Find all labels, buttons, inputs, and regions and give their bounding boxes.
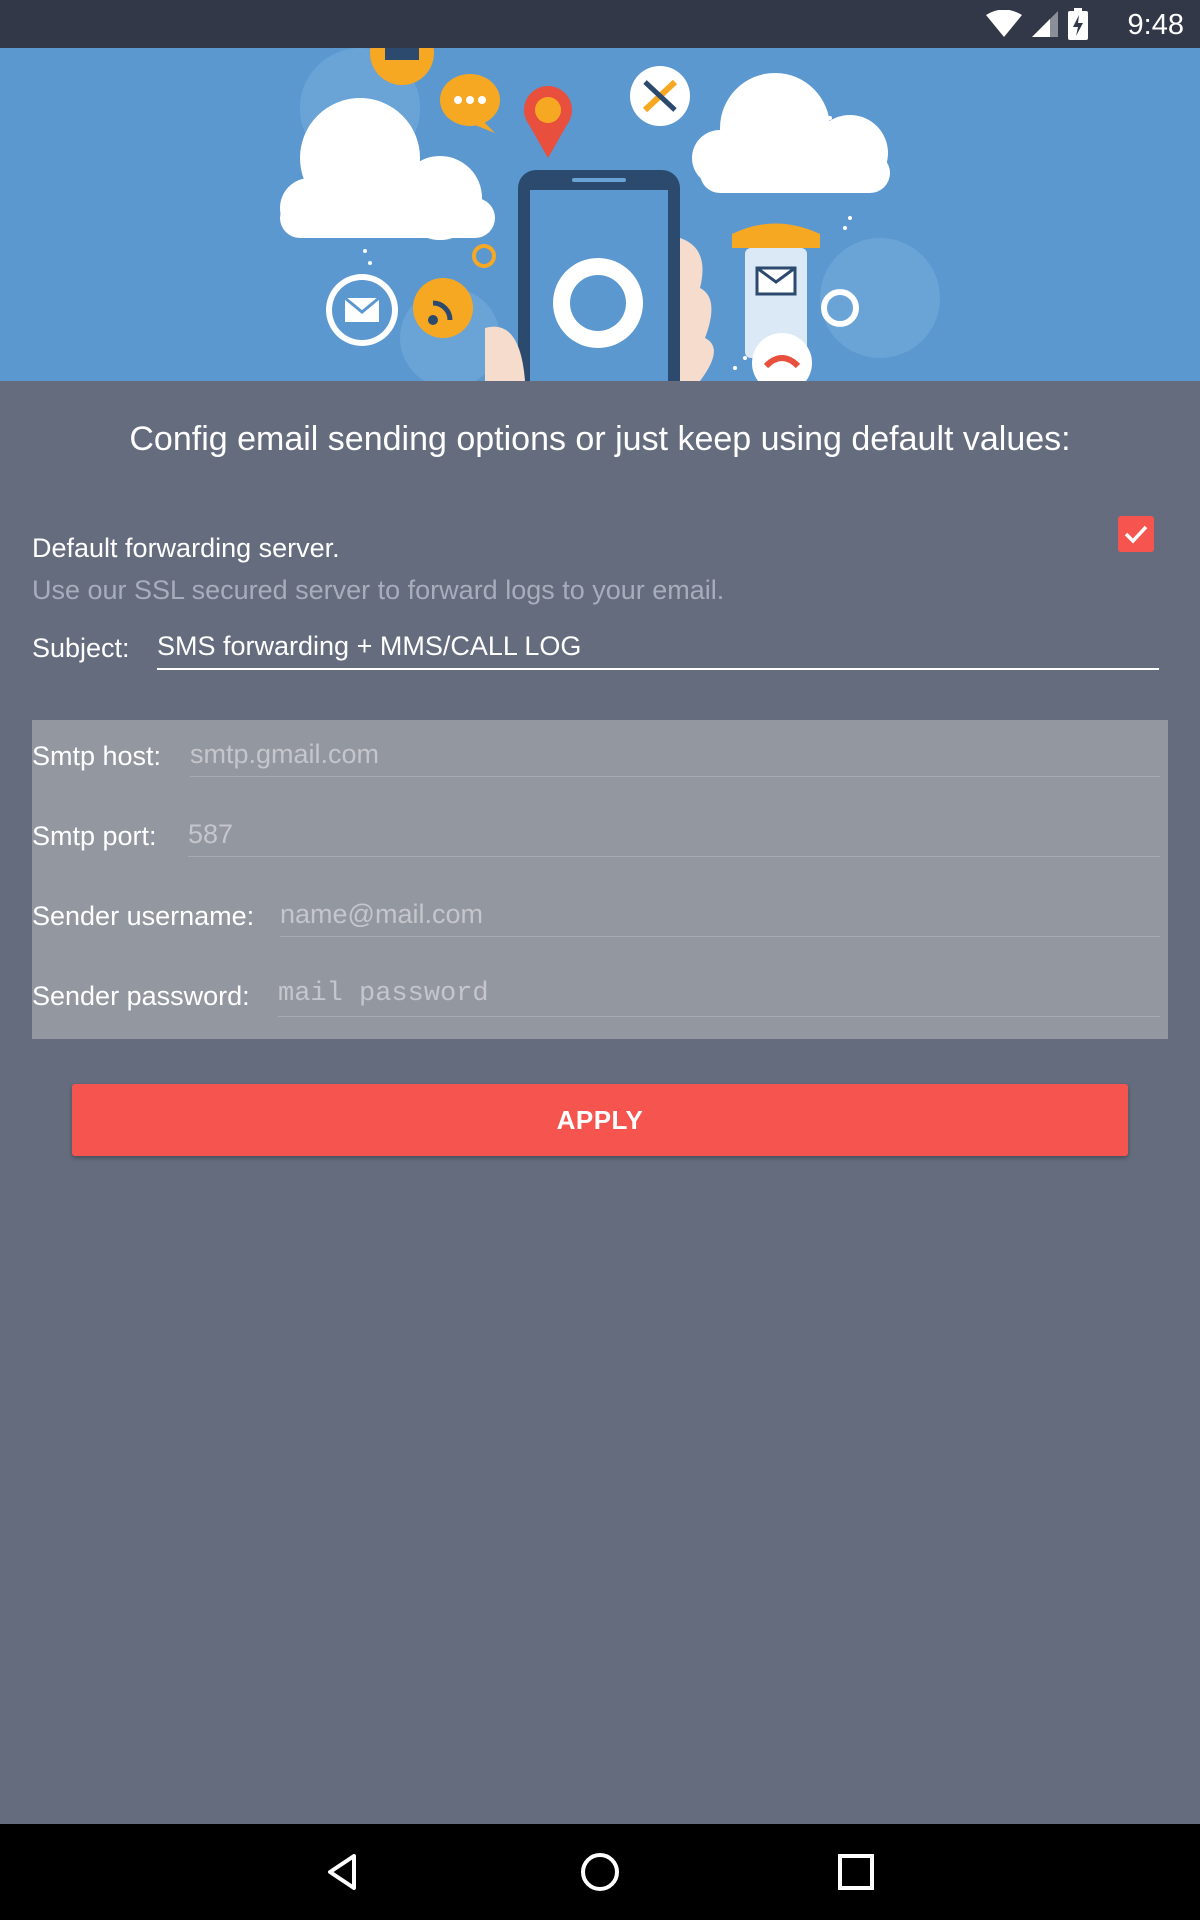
sender-username-row: Sender username: name@mail.com <box>32 880 1168 960</box>
subject-label: Subject: <box>32 633 130 663</box>
sender-username-placeholder: name@mail.com <box>280 899 483 929</box>
subject-input[interactable] <box>157 624 1159 670</box>
location-pin-icon <box>524 86 572 158</box>
sender-password-row: Sender password: mail password <box>32 960 1168 1040</box>
default-server-label: Default forwarding server. <box>32 533 340 563</box>
recents-icon[interactable] <box>832 1848 880 1896</box>
smtp-port-row: Smtp port: 587 <box>32 800 1168 880</box>
smtp-port-placeholder: 587 <box>188 819 234 849</box>
smtp-host-row: Smtp host: smtp.gmail.com <box>32 720 1168 800</box>
sender-password-placeholder: mail password <box>278 979 489 1009</box>
email-icon <box>326 274 398 346</box>
wifi-icon <box>986 10 1022 37</box>
hero-illustration <box>0 48 1200 381</box>
smtp-port-label: Smtp port: <box>32 821 157 851</box>
default-server-description: Use our SSL secured server to forward lo… <box>32 575 725 605</box>
chat-icon <box>440 74 500 133</box>
sender-username-input[interactable]: name@mail.com <box>280 894 1160 937</box>
sender-password-input[interactable]: mail password <box>278 974 1160 1017</box>
default-server-checkbox[interactable] <box>1118 516 1154 552</box>
smtp-host-label: Smtp host: <box>32 741 162 771</box>
checkmark-icon <box>1124 525 1148 544</box>
smtp-settings-panel: Smtp host: smtp.gmail.com Smtp port: 587… <box>32 720 1168 1039</box>
home-icon[interactable] <box>576 1848 624 1896</box>
battery-charging-icon <box>1068 8 1088 40</box>
status-time: 9:48 <box>1127 9 1184 41</box>
smtp-host-placeholder: smtp.gmail.com <box>190 739 380 769</box>
back-icon[interactable] <box>320 1848 368 1896</box>
sender-password-label: Sender password: <box>32 981 250 1011</box>
phone-icon <box>518 170 680 381</box>
tools-icon <box>630 66 690 126</box>
mobile-communication-illustration <box>280 48 940 381</box>
smtp-host-input[interactable]: smtp.gmail.com <box>190 734 1160 777</box>
signal-icon <box>1032 11 1058 37</box>
navigation-bar <box>0 1824 1200 1920</box>
status-bar: 9:48 <box>0 0 1200 48</box>
smtp-port-input[interactable]: 587 <box>188 814 1160 857</box>
cloud-icon <box>692 73 890 193</box>
sender-username-label: Sender username: <box>32 901 255 931</box>
status-icons <box>986 8 1088 40</box>
rss-icon <box>413 278 473 338</box>
apply-button[interactable]: APPLY <box>72 1084 1128 1156</box>
page-title: Config email sending options or just kee… <box>129 420 1071 458</box>
